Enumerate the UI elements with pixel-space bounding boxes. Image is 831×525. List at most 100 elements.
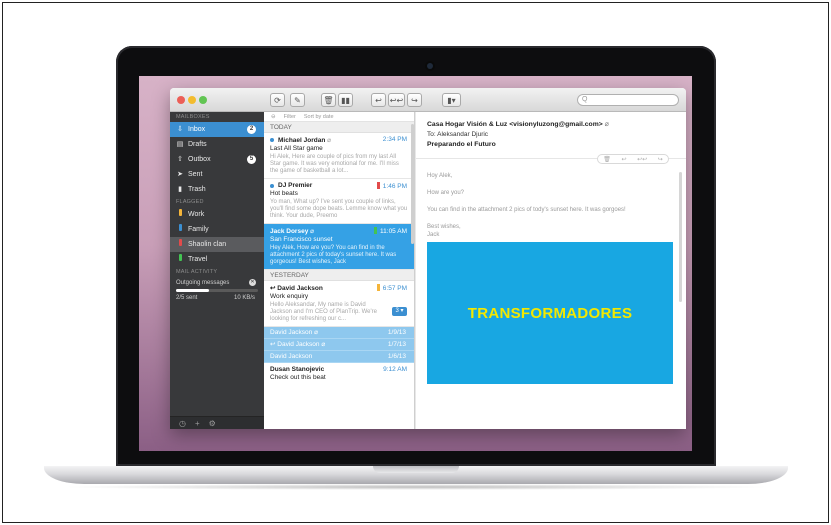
attachment-icon: ⌀ [327,137,332,144]
sidebar-item-travel[interactable]: Travel [170,252,264,267]
body-line: Best wishes, [427,224,461,230]
message-to: To: Aleksandar Djuric [427,131,489,138]
sent-icon: ➤ [177,171,183,178]
outgoing-label-text: Outgoing messages [176,280,230,286]
collapse-icon[interactable]: ⊖ [271,114,276,120]
reply-icon: ↩ [270,285,276,292]
message-header: Casa Hogar Visión & Luz <visionyluzong@g… [416,112,686,148]
attachment-icon: ⌀ [314,329,319,336]
message-subject: Preparando el Futuro [427,141,496,148]
zoom-window-button[interactable] [199,96,207,104]
body-line: How are you? [427,190,465,196]
subject: San Francisco sunset [270,236,333,243]
sender: David Jackson [270,329,313,336]
refresh-button[interactable]: ⟳ [270,93,285,107]
message-list: ⊖ Filter Sort by date TODAY Michael Jord… [264,112,415,429]
body-line: Hoy Alek, [427,173,453,179]
sort-button[interactable]: Sort by date [304,114,334,120]
list-scrollbar[interactable] [411,124,414,244]
activity-icon[interactable]: ◷ [179,419,186,428]
subject: Last All Star game [270,145,323,152]
trash-icon[interactable]: 🗑 [603,156,611,163]
toolbar: ⟳ ✎ 🗑 ▮▮ ↩ ↩↩ ↪ ▮▾ Q [170,88,686,112]
sidebar-item-family[interactable]: Family [170,222,264,237]
reply-button[interactable]: ↩ [371,93,386,107]
search-input[interactable]: Q [577,94,679,106]
message-actions: 🗑 ↩ ↩↩ ↪ [597,154,669,164]
reply-all-icon[interactable]: ↩↩ [637,156,647,163]
filter-button[interactable]: Filter [284,114,296,120]
reply-icon[interactable]: ↩ [621,156,626,163]
sidebar-item-inbox[interactable]: ⇩ Inbox 2 [170,122,264,137]
list-item[interactable]: ↩ David Jackson 6:57 PM Work enquiry Hel… [264,281,414,327]
add-icon[interactable]: + [195,419,200,428]
sidebar-item-outbox[interactable]: ⇧ Outbox 5 [170,152,264,167]
sidebar-item-shaolin-clan[interactable]: Shaolin clan [170,237,264,252]
flag-menu-button[interactable]: ▮▾ [442,93,461,107]
subject: Check out this beat [270,374,326,381]
list-item[interactable]: Michael Jordan ⌀ 2:34 PM Last All Star g… [264,133,414,179]
attachment-icon: ⌀ [604,121,609,128]
thread-item[interactable]: ↩ David Jackson ⌀ 1/7/13 [264,339,414,351]
flagged-heading: FLAGGED [176,199,204,205]
group-yesterday: YESTERDAY [264,270,414,281]
list-item-selected[interactable]: Jack Dorsey ⌀ 11:05 AM San Francisco sun… [264,224,414,270]
message-body: Hoy Alek, How are you? You can find in t… [427,172,677,239]
flag-icon [178,209,182,216]
sidebar: MAILBOXES ⇩ Inbox 2 ▤ Drafts ⇧ Outbox 5 … [170,112,264,429]
unread-badge: 2 [247,125,256,134]
message-time: 2:34 PM [382,136,407,143]
sidebar-item-sent[interactable]: ➤ Sent [170,167,264,182]
minimize-window-button[interactable] [188,96,196,104]
thread-item[interactable]: David Jackson ⌀ 1/9/13 [264,327,414,339]
sending-status: 2/5 sent 10 KB/s [170,292,264,301]
subject: Work enquiry [270,293,309,300]
sidebar-item-work[interactable]: Work [170,207,264,222]
reply-all-button[interactable]: ↩↩ [388,93,405,107]
message-time: 9:12 AM [383,366,407,373]
attachment-image: TRANSFORMADORES [427,242,673,384]
delete-button[interactable]: 🗑 [321,93,336,107]
gear-icon[interactable]: ⚙ [209,419,216,428]
sender: David Jackson [270,353,313,360]
sidebar-item-label: Shaolin clan [188,241,227,248]
attachment-icon: ⌀ [310,228,315,235]
thread-count-button[interactable]: 3 ▾ [392,307,407,316]
sidebar-item-label: Travel [188,256,208,263]
mail-window: ⟳ ✎ 🗑 ▮▮ ↩ ↩↩ ↪ ▮▾ Q MAILBOXES ⇩ Inbox 2… [170,88,686,429]
sidebar-item-trash[interactable]: ▮ Trash [170,182,264,197]
sidebar-item-label: Work [188,211,205,218]
forward-button[interactable]: ↪ [407,93,422,107]
attachment-icon: ⌀ [321,341,326,348]
close-window-button[interactable] [177,96,185,104]
unread-dot-icon [270,138,274,142]
body-line: Jack [427,232,440,238]
preview: Hi Alek, Here are couple of pics from my… [270,154,399,174]
preview: Hello Aleksandar, My name is David Jacks… [270,302,377,322]
stop-icon[interactable]: ✕ [249,279,256,286]
message-time: 11:05 AM [374,227,407,235]
sidebar-item-label: Sent [188,171,203,178]
compose-button[interactable]: ✎ [290,93,305,107]
sidebar-item-label: Inbox [188,126,206,133]
laptop-notch [373,466,459,473]
unread-dot-icon [270,184,274,188]
trash-icon: ▮ [178,186,182,193]
sidebar-item-drafts[interactable]: ▤ Drafts [170,137,264,152]
flag-icon [374,227,378,234]
junk-button[interactable]: ▮▮ [338,93,353,107]
thread-date: 1/7/13 [387,341,406,348]
transfer-speed: 10 KB/s [233,295,255,301]
forward-icon[interactable]: ↪ [658,156,663,163]
mailboxes-heading: MAILBOXES [176,114,210,120]
reader-scrollbar[interactable] [679,172,682,302]
list-item[interactable]: Dusan Stanojevic 9:12 AM Check out this … [264,363,414,384]
flag-icon [178,224,182,231]
message-from: Casa Hogar Visión & Luz <visionyluzong@g… [427,121,609,128]
list-item[interactable]: DJ Premier 1:46 PM Hot beats Yo man, Wha… [264,179,414,224]
laptop-screen: ⟳ ✎ 🗑 ▮▮ ↩ ↩↩ ↪ ▮▾ Q MAILBOXES ⇩ Inbox 2… [139,76,692,451]
laptop-shadow [60,484,772,490]
list-header: ⊖ Filter Sort by date [264,112,414,122]
thread-item[interactable]: David Jackson 1/6/13 [264,351,414,363]
subject: Hot beats [270,190,298,197]
